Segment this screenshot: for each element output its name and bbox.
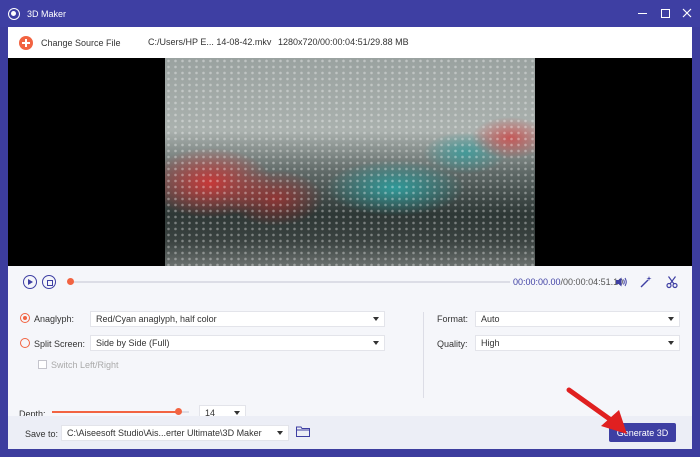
split-screen-select[interactable]: Side by Side (Full) (90, 335, 385, 351)
settings-divider (423, 312, 424, 398)
source-bar: Change Source File C:/Users/HP E... 14-0… (8, 27, 692, 58)
file-info: 1280x720/00:00:04:51/29.88 MB (278, 37, 409, 47)
quality-label: Quality: (437, 339, 468, 349)
chevron-down-icon (234, 411, 240, 415)
anaglyph-select[interactable]: Red/Cyan anaglyph, half color (90, 311, 385, 327)
switch-left-right-label: Switch Left/Right (51, 360, 119, 370)
folder-icon[interactable] (296, 426, 310, 437)
timeline-handle[interactable] (67, 278, 74, 285)
split-screen-radio[interactable] (20, 338, 30, 348)
red-arrow-annotation (566, 387, 627, 434)
format-value: Auto (481, 314, 500, 324)
play-button[interactable] (23, 275, 37, 289)
depth-slider-fill[interactable] (52, 411, 179, 413)
save-to-label: Save to: (25, 429, 59, 439)
chevron-down-icon (277, 431, 283, 435)
anaglyph-label: Anaglyph: (34, 314, 75, 324)
window-title: 3D Maker (27, 8, 67, 19)
chevron-down-icon (668, 341, 674, 345)
format-label: Format: (437, 314, 469, 324)
video-preview (8, 58, 692, 266)
close-icon (682, 8, 692, 18)
save-path-select[interactable]: C:\Aiseesoft Studio\Ais...erter Ultimate… (61, 425, 289, 441)
timeline-track[interactable] (70, 281, 510, 283)
anaglyph-value: Red/Cyan anaglyph, half color (96, 314, 217, 324)
current-time: 00:00:00.00 (513, 277, 561, 287)
stop-button[interactable] (42, 275, 56, 289)
magic-wand-icon[interactable] (639, 275, 653, 289)
playback-controls: 00:00:00.00/00:00:04:51.10 (8, 266, 692, 298)
anaglyph-radio[interactable] (20, 313, 30, 323)
maximize-button[interactable] (657, 5, 673, 21)
depth-slider-handle[interactable] (175, 408, 182, 415)
file-path: C:/Users/HP E... 14-08-42.mkv (148, 37, 272, 47)
chevron-down-icon (668, 317, 674, 321)
chevron-down-icon (373, 317, 379, 321)
quality-value: High (481, 338, 500, 348)
switch-left-right-checkbox[interactable] (38, 360, 47, 369)
quality-select[interactable]: High (475, 335, 680, 351)
add-icon[interactable] (19, 35, 33, 50)
save-path-value: C:\Aiseesoft Studio\Ais...erter Ultimate… (67, 428, 262, 438)
volume-icon[interactable] (614, 275, 628, 289)
scissors-icon[interactable] (665, 275, 679, 289)
video-frame (165, 58, 535, 266)
format-select[interactable]: Auto (475, 311, 680, 327)
split-screen-label: Split Screen: (34, 339, 86, 349)
split-screen-value: Side by Side (Full) (96, 338, 170, 348)
close-button[interactable] (679, 5, 695, 21)
chevron-down-icon (373, 341, 379, 345)
change-source-button[interactable]: Change Source File (41, 38, 121, 48)
title-bar: 3D Maker (0, 0, 700, 27)
time-display: 00:00:00.00/00:00:04:51.10 (513, 277, 623, 287)
app-logo-icon (8, 7, 20, 20)
main-window: Change Source File C:/Users/HP E... 14-0… (8, 27, 692, 449)
minimize-button[interactable] (634, 5, 650, 21)
